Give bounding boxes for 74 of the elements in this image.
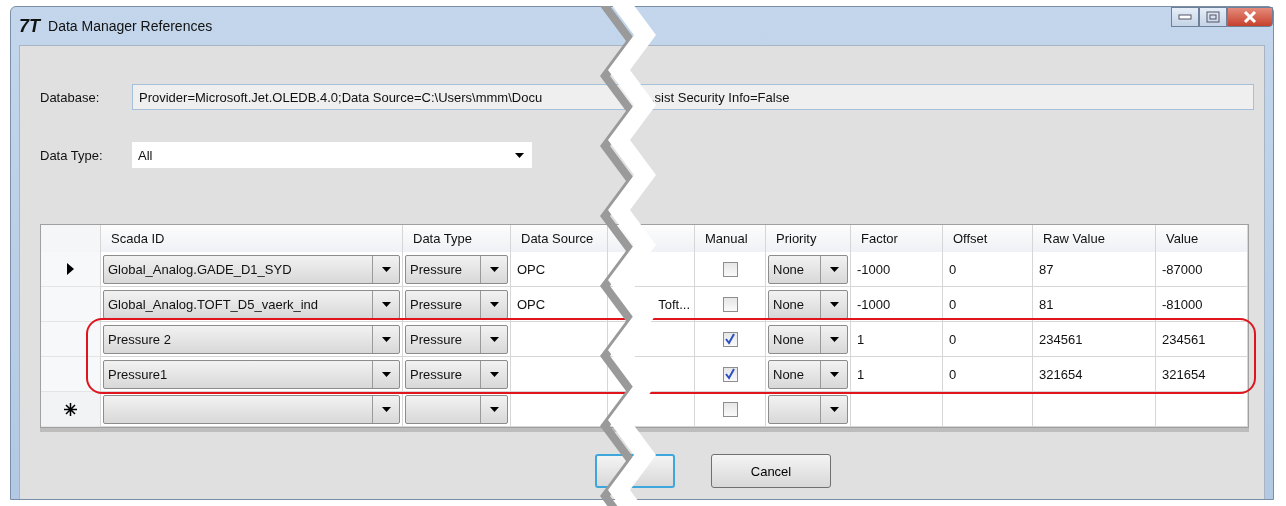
table-cell: 0 bbox=[943, 252, 1033, 287]
close-icon bbox=[1243, 11, 1257, 23]
table-cell: -1000 bbox=[851, 287, 943, 322]
dropdown-arrow-icon bbox=[489, 371, 499, 377]
data-type-dropdown[interactable]: All bbox=[132, 142, 532, 168]
table-cell: 234561 bbox=[1033, 322, 1156, 357]
manual-checkbox[interactable] bbox=[722, 401, 738, 417]
app-logo: 7T bbox=[19, 15, 40, 37]
minimize-icon bbox=[1178, 14, 1192, 20]
table-cell: 0 bbox=[943, 322, 1033, 357]
manual-checkbox[interactable] bbox=[722, 366, 738, 382]
table-cell: 0 bbox=[943, 357, 1033, 392]
dropdown-arrow-icon bbox=[829, 406, 839, 412]
table-cell: 321654 bbox=[1033, 357, 1156, 392]
dropdown-arrow-icon bbox=[829, 266, 839, 272]
dropdown-arrow-icon bbox=[381, 301, 391, 307]
table-cell: 234561 bbox=[1156, 322, 1248, 357]
dropdown-arrow-icon bbox=[381, 336, 391, 342]
scada-id-dropdown[interactable]: Global_Analog.GADE_D1_SYD bbox=[103, 254, 400, 284]
scada-id-dropdown[interactable]: Pressure1 bbox=[103, 359, 400, 389]
data-type-cell-dropdown[interactable]: Pressure bbox=[405, 324, 508, 354]
close-button[interactable] bbox=[1227, 7, 1273, 27]
row-header[interactable] bbox=[41, 322, 101, 357]
column-header[interactable]: Priority bbox=[766, 225, 851, 252]
dropdown-arrow-icon bbox=[829, 336, 839, 342]
priority-dropdown[interactable]: None bbox=[768, 324, 848, 354]
priority-dropdown[interactable]: None bbox=[768, 359, 848, 389]
table-cell: 1 bbox=[851, 357, 943, 392]
cancel-button[interactable]: Cancel bbox=[711, 454, 831, 488]
scada-id-dropdown[interactable]: Global_Analog.TOFT_D5_vaerk_ind bbox=[103, 289, 400, 319]
row-header[interactable] bbox=[41, 357, 101, 392]
data-type-cell-dropdown[interactable]: Pressure bbox=[405, 254, 508, 284]
row-header[interactable] bbox=[41, 392, 101, 427]
maximize-icon bbox=[1206, 11, 1220, 23]
table-cell: 0 bbox=[943, 287, 1033, 322]
column-header[interactable]: Scada ID bbox=[101, 225, 403, 252]
column-header[interactable]: Data Type bbox=[403, 225, 511, 252]
data-type-cell-dropdown[interactable]: Pressure bbox=[405, 289, 508, 319]
dropdown-arrow-icon bbox=[381, 266, 391, 272]
maximize-button[interactable] bbox=[1199, 7, 1227, 27]
dropdown-arrow-icon bbox=[489, 406, 499, 412]
table-cell: -81000 bbox=[1156, 287, 1248, 322]
table-cell: -87000 bbox=[1156, 252, 1248, 287]
manual-checkbox[interactable] bbox=[722, 261, 738, 277]
manual-checkbox[interactable] bbox=[722, 296, 738, 312]
dropdown-arrow-icon bbox=[381, 371, 391, 377]
dropdown-arrow-icon bbox=[489, 301, 499, 307]
manual-checkbox[interactable] bbox=[722, 331, 738, 347]
scada-id-dropdown[interactable]: Pressure 2 bbox=[103, 324, 400, 354]
column-header[interactable]: Data Source bbox=[511, 225, 608, 252]
minimize-button[interactable] bbox=[1171, 7, 1199, 27]
column-header[interactable]: Factor bbox=[851, 225, 943, 252]
dropdown-arrow-icon bbox=[515, 152, 524, 158]
priority-dropdown[interactable]: None bbox=[768, 254, 848, 284]
dropdown-arrow-icon bbox=[829, 301, 839, 307]
table-cell: 87 bbox=[1033, 252, 1156, 287]
priority-dropdown[interactable]: None bbox=[768, 289, 848, 319]
dropdown-arrow-icon bbox=[489, 266, 499, 272]
dropdown-arrow-icon bbox=[489, 336, 499, 342]
window-title: Data Manager References bbox=[48, 18, 213, 34]
database-field[interactable]: Provider=Microsoft.Jet.OLEDB.4.0;Data Source=C:\Users\mmm\Docu .sist Security Info=False bbox=[132, 84, 1254, 110]
column-header[interactable]: Manual bbox=[695, 225, 766, 252]
dropdown-arrow-icon bbox=[381, 406, 391, 412]
table-cell: 81 bbox=[1033, 287, 1156, 322]
column-header[interactable]: Offset bbox=[943, 225, 1033, 252]
column-header[interactable]: Raw Value bbox=[1033, 225, 1156, 252]
table-cell: 1 bbox=[851, 322, 943, 357]
dropdown-arrow-icon bbox=[829, 371, 839, 377]
table-cell: -1000 bbox=[851, 252, 943, 287]
data-type-label: Data Type: bbox=[40, 147, 104, 163]
table-cell: 321654 bbox=[1156, 357, 1248, 392]
data-type-cell-dropdown[interactable]: Pressure bbox=[405, 359, 508, 389]
column-header[interactable]: Value bbox=[1156, 225, 1248, 252]
database-label: Database: bbox=[40, 89, 101, 105]
